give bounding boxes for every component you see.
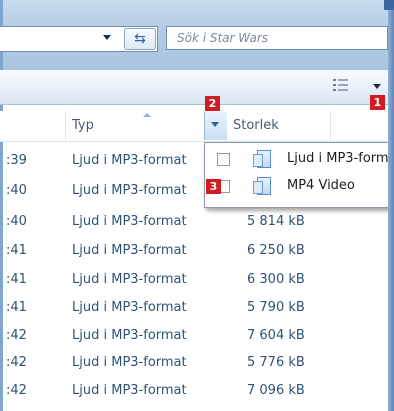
table-row[interactable]: :41 Ljud i MP3-format 5 790 kB bbox=[0, 300, 388, 328]
cell-modified: :42 bbox=[6, 328, 27, 343]
cell-size: 7 604 kB bbox=[247, 328, 305, 343]
table-row[interactable]: :42 Ljud i MP3-format 7 604 kB bbox=[0, 328, 388, 356]
views-icon[interactable] bbox=[333, 78, 349, 92]
cell-size: 5 790 kB bbox=[247, 300, 305, 315]
refresh-button[interactable]: ⇆ bbox=[124, 28, 156, 50]
cell-type: Ljud i MP3-format bbox=[72, 243, 187, 258]
table-row[interactable]: :42 Ljud i MP3-format 7 096 kB bbox=[0, 383, 388, 411]
views-dropdown-icon[interactable] bbox=[373, 84, 381, 89]
callout-badge-3: 3 bbox=[206, 179, 221, 194]
callout-badge-2: 2 bbox=[205, 96, 220, 111]
cell-type: Ljud i MP3-format bbox=[72, 355, 187, 370]
cell-modified: :40 bbox=[6, 183, 27, 198]
cell-type: Ljud i MP3-format bbox=[72, 214, 187, 229]
cell-type: Ljud i MP3-format bbox=[72, 383, 187, 398]
cell-modified: :41 bbox=[6, 243, 27, 258]
command-bar bbox=[0, 70, 388, 105]
filter-option-label: MP4 Video bbox=[287, 178, 355, 193]
cell-size: 7 096 kB bbox=[247, 383, 305, 398]
chevron-down-icon[interactable] bbox=[211, 122, 219, 127]
column-divider[interactable] bbox=[65, 111, 66, 141]
column-header-type[interactable]: Typ bbox=[72, 118, 94, 133]
column-header-size[interactable]: Storlek bbox=[233, 118, 279, 133]
audio-file-icon bbox=[253, 150, 271, 168]
cell-size: 6 250 kB bbox=[247, 243, 305, 258]
video-file-icon bbox=[253, 177, 271, 195]
type-filter-popup: Ljud i MP3-format MP4 Video bbox=[204, 142, 394, 208]
cell-type: Ljud i MP3-format bbox=[72, 183, 187, 198]
table-row[interactable]: :41 Ljud i MP3-format 6 300 kB bbox=[0, 272, 388, 300]
column-divider[interactable] bbox=[330, 111, 331, 141]
address-history-dropdown-icon[interactable] bbox=[103, 35, 111, 40]
cell-size: 5 776 kB bbox=[247, 355, 305, 370]
cell-size: 5 814 kB bbox=[247, 214, 305, 229]
cell-type: Ljud i MP3-format bbox=[72, 300, 187, 315]
cell-modified: :42 bbox=[6, 355, 27, 370]
filter-checkbox[interactable] bbox=[217, 153, 230, 166]
callout-badge-1: 1 bbox=[370, 95, 385, 110]
cell-modified: :41 bbox=[6, 272, 27, 287]
cell-modified: :42 bbox=[6, 383, 27, 398]
sort-ascending-icon bbox=[143, 113, 151, 117]
table-row[interactable]: :41 Ljud i MP3-format 6 250 kB bbox=[0, 243, 388, 271]
refresh-icon: ⇆ bbox=[134, 31, 146, 47]
cell-type: Ljud i MP3-format bbox=[72, 153, 187, 168]
table-row[interactable]: :42 Ljud i MP3-format 5 776 kB bbox=[0, 355, 388, 383]
search-input[interactable]: Sök i Star Wars bbox=[166, 26, 388, 50]
cell-type: Ljud i MP3-format bbox=[72, 328, 187, 343]
window-right-border bbox=[388, 0, 394, 411]
cell-modified: :40 bbox=[6, 214, 27, 229]
window-corner bbox=[384, 0, 394, 10]
cell-size: 6 300 kB bbox=[247, 272, 305, 287]
filter-option[interactable]: Ljud i MP3-format bbox=[205, 147, 394, 173]
cell-modified: :39 bbox=[6, 153, 27, 168]
filter-option[interactable]: MP4 Video bbox=[205, 174, 394, 200]
filter-option-label: Ljud i MP3-format bbox=[287, 151, 394, 166]
cell-modified: :41 bbox=[6, 300, 27, 315]
search-placeholder: Sök i Star Wars bbox=[177, 31, 269, 45]
table-row[interactable]: :40 Ljud i MP3-format 5 814 kB bbox=[0, 214, 388, 242]
cell-type: Ljud i MP3-format bbox=[72, 272, 187, 287]
